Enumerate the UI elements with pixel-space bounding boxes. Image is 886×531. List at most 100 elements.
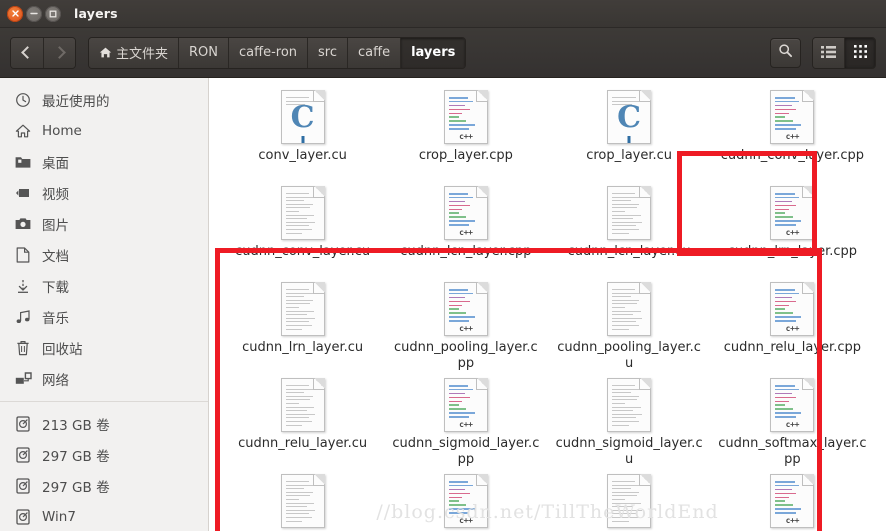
file-item[interactable]: cudnn_tanh_layer.cu bbox=[548, 468, 711, 531]
search-button[interactable] bbox=[770, 37, 801, 68]
cpp-file-icon: c++ bbox=[443, 474, 488, 528]
cpp-file-icon: c++ bbox=[443, 378, 488, 432]
sidebar-item-music[interactable]: 音乐 bbox=[0, 301, 208, 332]
file-icon-lines bbox=[775, 289, 808, 324]
sidebar-item-documents[interactable]: 文档 bbox=[0, 239, 208, 270]
page-fold-corner bbox=[802, 282, 815, 294]
file-icon-lines bbox=[448, 289, 482, 324]
sidebar-volume-win7[interactable]: Win7 bbox=[0, 501, 208, 531]
page-fold-corner bbox=[312, 282, 325, 294]
plain-file-icon bbox=[280, 378, 325, 432]
sidebar-item-label: 图片 bbox=[42, 217, 69, 234]
file-grid-pane[interactable]: Cconv_layer.cu c++ crop_layer.cpp Ccrop_lay… bbox=[209, 78, 886, 531]
file-item[interactable]: cudnn_softmax_layer.cu bbox=[221, 468, 384, 531]
trash-icon bbox=[14, 339, 32, 357]
file-item[interactable]: cudnn_lrn_layer.cu bbox=[221, 276, 384, 372]
sidebar-item-label: Home bbox=[42, 122, 82, 139]
file-item[interactable]: cudnn_lcn_layer.cu bbox=[548, 180, 711, 276]
file-name-label: cudnn_sigmoid_layer.cpp bbox=[392, 436, 540, 467]
window-controls bbox=[7, 5, 61, 22]
grid-view-icon bbox=[853, 43, 867, 62]
breadcrumb-item-caffe[interactable]: caffe bbox=[347, 37, 401, 68]
breadcrumb-item-home[interactable]: 主文件夹 bbox=[89, 37, 179, 68]
cpp-badge: c++ bbox=[459, 228, 473, 237]
sidebar-item-trash[interactable]: 回收站 bbox=[0, 332, 208, 363]
file-item[interactable]: c++ cudnn_lrn_layer.cpp bbox=[711, 180, 874, 276]
file-item[interactable]: c++ cudnn_pooling_layer.cpp bbox=[384, 276, 547, 372]
network-icon bbox=[14, 370, 32, 388]
c-source-file-icon: C bbox=[607, 90, 652, 144]
sidebar-item-desktop[interactable]: 桌面 bbox=[0, 146, 208, 177]
file-item[interactable]: c++ cudnn_lcn_layer.cpp bbox=[384, 180, 547, 276]
sidebar-item-label: 桌面 bbox=[42, 155, 69, 172]
cpp-file-icon: c++ bbox=[770, 90, 815, 144]
sidebar-volume-297gb-a[interactable]: 297 GB 卷 bbox=[0, 439, 208, 470]
file-icon-lines bbox=[285, 481, 319, 524]
sidebar-item-pictures[interactable]: 图片 bbox=[0, 208, 208, 239]
page-fold-corner bbox=[475, 90, 488, 102]
breadcrumb-item-caffe-ron[interactable]: caffe-ron bbox=[228, 37, 308, 68]
sidebar-item-home[interactable]: Home bbox=[0, 115, 208, 146]
cpp-badge: c++ bbox=[459, 516, 473, 525]
sidebar-volume-297gb-b[interactable]: 297 GB 卷 bbox=[0, 470, 208, 501]
breadcrumb: 主文件夹 RON caffe-ron src caffe layers bbox=[88, 36, 467, 69]
file-icon-lines bbox=[612, 289, 645, 332]
file-item[interactable]: c++ cudnn_conv_layer.cpp bbox=[711, 84, 874, 180]
file-item[interactable]: c++ cudnn_sigmoid_layer.cpp bbox=[384, 372, 547, 468]
plain-file-icon bbox=[607, 282, 652, 336]
file-item[interactable]: c++cudnn_tanh_layer.cpp bbox=[384, 468, 547, 531]
file-item[interactable]: cudnn_conv_layer.cu bbox=[221, 180, 384, 276]
file-name-label: cudnn_relu_layer.cpp bbox=[723, 340, 861, 355]
cpp-file-icon: c++ bbox=[770, 186, 815, 240]
sidebar-item-label: 297 GB 卷 bbox=[42, 448, 110, 465]
sidebar-item-videos[interactable]: 视频 bbox=[0, 177, 208, 208]
file-item[interactable]: c++ cudnn_softmax_layer.cpp bbox=[711, 372, 874, 468]
sidebar-item-recent[interactable]: 最近使用的 bbox=[0, 84, 208, 115]
sidebar-divider bbox=[0, 401, 208, 402]
file-icon-lines bbox=[775, 385, 808, 420]
view-toggle-group bbox=[812, 36, 876, 69]
navigation-buttons bbox=[10, 36, 76, 69]
sidebar-item-label: 文档 bbox=[42, 248, 69, 265]
plain-file-icon bbox=[607, 186, 652, 240]
cpp-file-icon: c++ bbox=[770, 474, 815, 528]
cpp-badge: c++ bbox=[785, 324, 800, 333]
grid-view-button[interactable] bbox=[844, 37, 875, 68]
file-item[interactable]: Cconv_layer.cu bbox=[221, 84, 384, 180]
breadcrumb-item-ron[interactable]: RON bbox=[178, 37, 229, 68]
file-icon-lines bbox=[775, 193, 808, 228]
plain-file-icon bbox=[607, 378, 652, 432]
file-item[interactable]: c++ cudnn_relu_layer.cpp bbox=[711, 276, 874, 372]
sidebar-item-downloads[interactable]: 下载 bbox=[0, 270, 208, 301]
file-name-label: cudnn_conv_layer.cpp bbox=[720, 148, 865, 163]
page-fold-corner bbox=[312, 186, 325, 198]
back-button[interactable] bbox=[11, 37, 43, 68]
file-name-label: crop_layer.cpp bbox=[418, 148, 513, 163]
page-fold-corner bbox=[802, 186, 815, 198]
page-fold-corner bbox=[802, 474, 815, 486]
sidebar-item-label: 回收站 bbox=[42, 341, 83, 358]
maximize-button[interactable] bbox=[45, 5, 61, 22]
file-item[interactable]: cudnn_sigmoid_layer.cu bbox=[548, 372, 711, 468]
file-item[interactable]: Ccrop_layer.cu bbox=[548, 84, 711, 180]
file-item[interactable]: cudnn_pooling_layer.cu bbox=[548, 276, 711, 372]
file-item[interactable]: c++ crop_layer.cpp bbox=[384, 84, 547, 180]
download-icon bbox=[14, 277, 32, 295]
breadcrumb-item-layers[interactable]: layers bbox=[400, 37, 466, 68]
breadcrumb-item-src[interactable]: src bbox=[307, 37, 348, 68]
sidebar-item-label: 音乐 bbox=[42, 310, 69, 327]
cpp-file-icon: c++ bbox=[770, 282, 815, 336]
forward-button[interactable] bbox=[43, 37, 75, 68]
file-item[interactable]: cudnn_relu_layer.cu bbox=[221, 372, 384, 468]
cpp-badge: c++ bbox=[459, 324, 473, 333]
minimize-button[interactable] bbox=[26, 5, 42, 22]
close-button[interactable] bbox=[7, 5, 23, 22]
list-view-button[interactable] bbox=[813, 37, 844, 68]
cpp-file-icon: c++ bbox=[443, 282, 488, 336]
sidebar-item-label: Win7 bbox=[42, 508, 76, 525]
sidebar-volume-213gb[interactable]: 213 GB 卷 bbox=[0, 408, 208, 439]
file-name-label: cudnn_softmax_layer.cpp bbox=[718, 436, 867, 467]
sidebar-item-network[interactable]: 网络 bbox=[0, 363, 208, 394]
file-name-label: conv_layer.cu bbox=[258, 148, 347, 163]
file-item[interactable]: c++data_layer.cpp bbox=[711, 468, 874, 531]
